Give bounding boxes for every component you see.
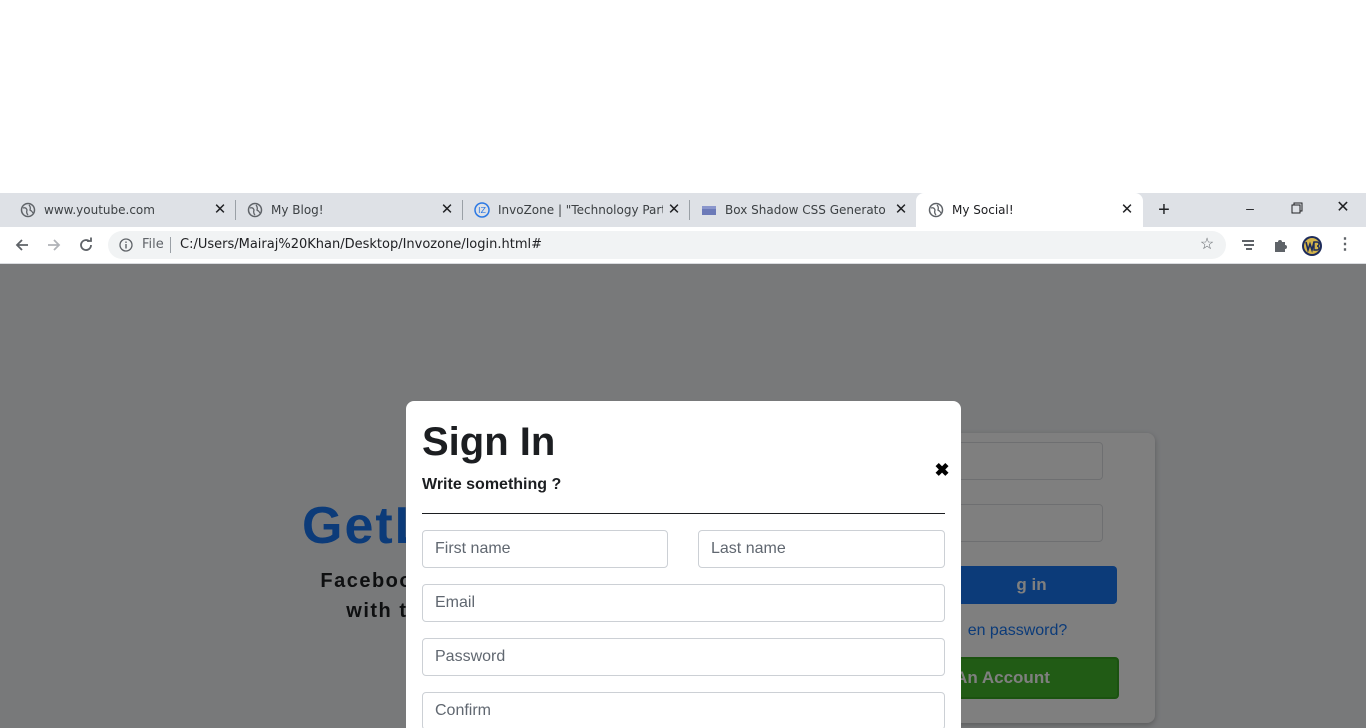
extensions-puzzle-icon[interactable] [1270, 235, 1290, 255]
profile-avatar[interactable] [1301, 235, 1322, 256]
close-icon[interactable]: ✖ [934, 461, 950, 479]
close-tab-icon[interactable]: ✕ [212, 202, 228, 218]
tab-my-social[interactable]: My Social! ✕ [916, 193, 1143, 227]
restore-icon [1291, 202, 1303, 214]
globe-icon [247, 202, 263, 218]
back-button[interactable] [12, 235, 32, 255]
new-tab-button[interactable]: + [1154, 200, 1174, 220]
address-scheme-label: File [142, 237, 164, 252]
email-field[interactable]: Email [422, 584, 945, 622]
blank-area [0, 0, 1366, 193]
page-icon [702, 206, 716, 215]
close-tab-icon[interactable]: ✕ [1119, 202, 1135, 218]
address-separator [170, 237, 171, 253]
modal-subtitle: Write something ? [422, 476, 562, 493]
avatar-badge-icon [1302, 236, 1322, 256]
restore-button[interactable] [1287, 198, 1307, 218]
tab-separator [689, 200, 690, 220]
back-arrow-icon [15, 239, 28, 251]
password-field[interactable]: Password [422, 638, 945, 676]
tab-title: My Blog! [271, 203, 324, 217]
tab-youtube[interactable]: www.youtube.com ✕ [0, 193, 236, 227]
address-url[interactable]: C:/Users/Mairaj%20Khan/Desktop/Invozone/… [180, 238, 542, 252]
svg-text:IZ: IZ [478, 206, 486, 215]
close-tab-icon[interactable]: ✕ [439, 202, 455, 218]
tab-my-blog[interactable]: My Blog! ✕ [227, 193, 463, 227]
modal-divider [422, 513, 945, 514]
forward-arrow-icon [48, 239, 61, 251]
tab-box-shadow[interactable]: Box Shadow CSS Generator | C ✕ [681, 193, 917, 227]
last-name-field[interactable]: Last name [698, 530, 945, 568]
tab-title: InvoZone | "Technology Partner [498, 203, 663, 217]
invozone-logo-icon: IZ [474, 202, 490, 218]
info-icon[interactable] [119, 238, 133, 252]
tab-title: My Social! [952, 203, 1014, 217]
browser-menu-icon[interactable]: ⋮ [1335, 235, 1355, 255]
globe-icon [928, 202, 944, 218]
page-viewport: GetL Facebook helps you with the peopl g… [0, 264, 1366, 728]
tab-separator [235, 200, 236, 220]
minimize-button[interactable]: – [1240, 198, 1260, 218]
forward-button[interactable] [44, 235, 64, 255]
confirm-password-field[interactable]: Confirm [422, 692, 945, 728]
modal-title: Sign In [422, 420, 556, 464]
tab-separator [462, 200, 463, 220]
first-name-field[interactable]: First name [422, 530, 668, 568]
reload-icon [80, 237, 92, 251]
close-tab-icon[interactable]: ✕ [666, 202, 682, 218]
globe-icon [20, 202, 36, 218]
puzzle-glyph [1275, 240, 1287, 252]
reload-button[interactable] [76, 235, 96, 255]
extension-cast-icon[interactable] [1238, 235, 1258, 255]
close-window-button[interactable]: ✕ [1333, 198, 1353, 218]
close-tab-icon[interactable]: ✕ [893, 202, 909, 218]
sign-in-modal: Sign In Write something ? ✖ First name L… [406, 401, 961, 728]
tab-title: www.youtube.com [44, 203, 155, 217]
tab-invozone[interactable]: IZ InvoZone | "Technology Partner ✕ [454, 193, 690, 227]
tab-title: Box Shadow CSS Generator | C [725, 203, 886, 217]
bookmark-star-icon[interactable]: ☆ [1198, 236, 1216, 254]
extension-cast-glyph [1242, 240, 1254, 250]
